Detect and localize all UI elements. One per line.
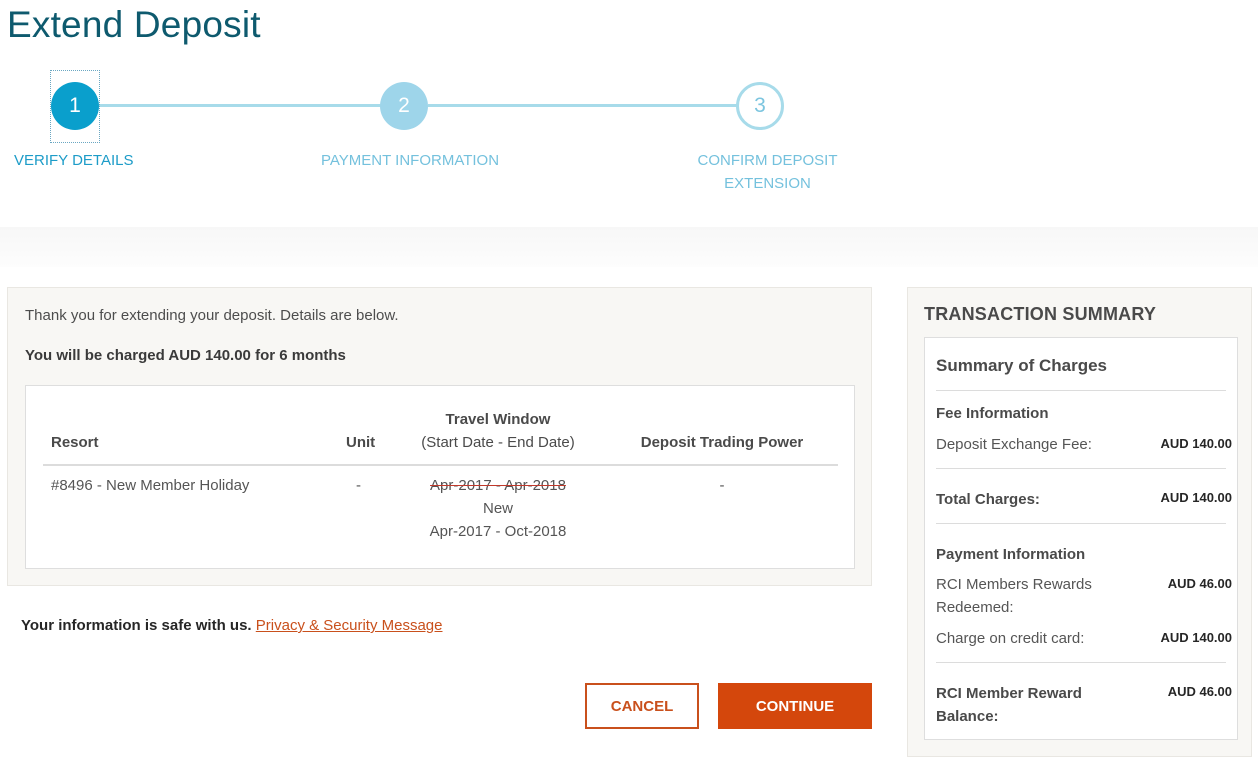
- cancel-button[interactable]: CANCEL: [585, 683, 699, 729]
- transaction-summary-panel: TRANSACTION SUMMARY Summary of Charges F…: [907, 287, 1252, 757]
- header-trading-power: Deposit Trading Power: [640, 434, 804, 451]
- cell-unit: -: [356, 477, 361, 494]
- step-1-circle[interactable]: 1: [51, 82, 99, 130]
- step-1-label: VERIFY DETAILS: [14, 152, 134, 169]
- fee-label: Deposit Exchange Fee:: [936, 436, 1092, 453]
- total-value: AUD 140.00: [1160, 490, 1232, 505]
- fee-section-title: Fee Information: [936, 405, 1049, 422]
- privacy-security-link[interactable]: Privacy & Security Message: [256, 617, 443, 634]
- charge-summary: You will be charged AUD 140.00 for 6 mon…: [25, 347, 346, 364]
- old-travel-window: Apr-2017 - Apr-2018: [430, 477, 566, 494]
- header-travel-window-sub: (Start Date - End Date): [421, 434, 575, 451]
- header-resort: Resort: [51, 434, 99, 451]
- fee-value: AUD 140.00: [1160, 436, 1232, 451]
- header-travel-window: Travel Window: [445, 411, 551, 428]
- step-connector: [99, 104, 381, 107]
- rewards-label: RCI Members Rewards Redeemed:: [936, 576, 1092, 616]
- total-label: Total Charges:: [936, 491, 1040, 508]
- cell-resort: #8496 - New Member Holiday: [51, 477, 250, 494]
- continue-button[interactable]: CONTINUE: [718, 683, 872, 729]
- progress-stepper: 1 2 3 VERIFY DETAILS PAYMENT INFORMATION…: [0, 70, 900, 210]
- header-unit: Unit: [346, 434, 376, 451]
- step-3-label-line1: CONFIRM DEPOSIT: [697, 152, 838, 169]
- rewards-value: AUD 46.00: [1167, 576, 1232, 591]
- step-3-label: CONFIRM DEPOSIT EXTENSION: [690, 149, 845, 195]
- section-divider: [0, 227, 1258, 267]
- summary-heading: Summary of Charges: [936, 356, 1107, 375]
- deposit-details-panel: Thank you for extending your deposit. De…: [7, 287, 872, 586]
- summary-title: TRANSACTION SUMMARY: [924, 304, 1157, 324]
- header-divider: [43, 464, 838, 466]
- cell-trading-power: -: [719, 477, 725, 494]
- intro-text: Thank you for extending your deposit. De…: [25, 307, 399, 324]
- payment-section-title: Payment Information: [936, 546, 1086, 563]
- divider: [936, 662, 1226, 663]
- new-travel-window: Apr-2017 - Oct-2018: [429, 523, 567, 540]
- step-2-circle: 2: [380, 82, 428, 130]
- cell-travel-window: Apr-2017 - Apr-2018 New Apr-2017 - Oct-2…: [398, 474, 598, 543]
- balance-value: AUD 46.00: [1167, 684, 1232, 699]
- step-connector: [428, 104, 738, 107]
- security-notice: Your information is safe with us. Privac…: [21, 617, 443, 634]
- divider: [936, 523, 1226, 524]
- page-title: Extend Deposit: [7, 4, 261, 45]
- step-2-label: PAYMENT INFORMATION: [321, 152, 500, 169]
- security-text: Your information is safe with us.: [21, 617, 252, 634]
- card-charge-value: AUD 140.00: [1160, 630, 1232, 645]
- balance-label: RCI Member Reward Balance:: [936, 685, 1082, 725]
- step-3-circle: 3: [736, 82, 784, 130]
- new-label: New: [482, 500, 513, 517]
- step-3-label-line2: EXTENSION: [724, 175, 811, 192]
- divider: [936, 390, 1226, 391]
- card-charge-label: Charge on credit card:: [936, 630, 1085, 647]
- summary-of-charges: Summary of Charges Fee Information Depos…: [924, 337, 1238, 740]
- deposit-table: Resort Unit Travel Window (Start Date - …: [25, 385, 855, 569]
- divider: [936, 468, 1226, 469]
